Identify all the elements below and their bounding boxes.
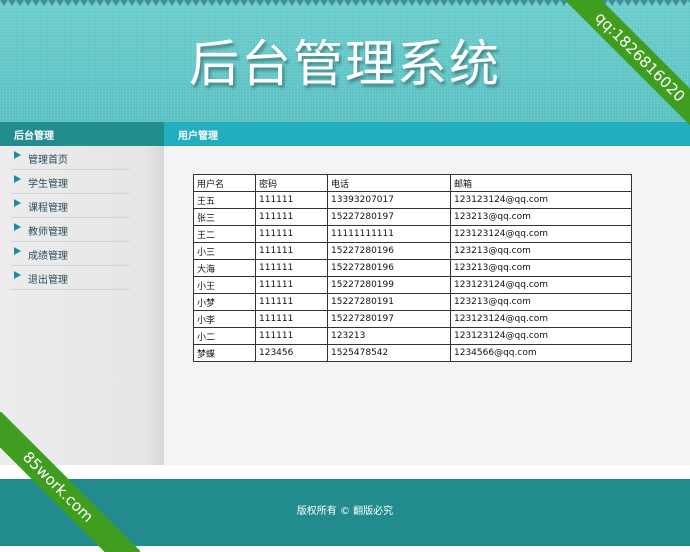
cell-password: 111111 [255, 242, 328, 260]
cell-username: 大海 [193, 259, 256, 277]
column-header-email: 邮箱 [450, 174, 632, 192]
cell-password: 111111 [255, 191, 328, 209]
cell-username: 小二 [193, 327, 256, 345]
corner-ribbon-bottom-left: 85work.com [0, 412, 140, 552]
table-row: 张三 111111 15227280197 123213@qq.com [193, 208, 632, 226]
cell-password: 123456 [255, 344, 328, 362]
corner-ribbon-top-right: qq:1826816020 [550, 0, 690, 140]
arrow-right-icon [14, 199, 21, 207]
title-bar-left: 后台管理 [0, 122, 164, 146]
cell-password: 111111 [255, 276, 328, 294]
table-row: 王五 111111 13393207017 123123124@qq.com [193, 191, 632, 209]
table-header-row: 用户名 密码 电话 邮箱 [193, 174, 632, 192]
cell-username: 梦蝶 [193, 344, 256, 362]
sidebar-item-teachers[interactable]: 教师管理 [10, 218, 130, 242]
sidebar-item-label: 成绩管理 [28, 251, 68, 262]
cell-username: 小梦 [193, 293, 256, 311]
cell-email: 123123124@qq.com [450, 276, 632, 294]
cell-phone: 1525478542 [327, 344, 451, 362]
arrow-right-icon [14, 151, 21, 159]
sidebar-heading: 后台管理 [14, 131, 54, 142]
cell-username: 小王 [193, 276, 256, 294]
cell-email: 123213@qq.com [450, 208, 632, 226]
sidebar-item-students[interactable]: 学生管理 [10, 170, 130, 194]
cell-phone: 15227280196 [327, 259, 451, 277]
cell-phone: 15227280196 [327, 242, 451, 260]
main-content: 用户名 密码 电话 邮箱 王五 111111 13393207017 12312… [164, 146, 690, 465]
cell-email: 1234566@qq.com [450, 344, 632, 362]
cell-email: 123213@qq.com [450, 259, 632, 277]
cell-username: 张三 [193, 208, 256, 226]
cell-email: 123123124@qq.com [450, 225, 632, 243]
sidebar-item-label: 学生管理 [28, 179, 68, 190]
cell-email: 123213@qq.com [450, 242, 632, 260]
arrow-right-icon [14, 271, 21, 279]
sidebar-item-label: 课程管理 [28, 203, 68, 214]
column-header-username: 用户名 [193, 174, 256, 192]
cell-password: 111111 [255, 225, 328, 243]
cell-password: 111111 [255, 310, 328, 328]
cell-password: 111111 [255, 208, 328, 226]
column-header-phone: 电话 [327, 174, 451, 192]
cell-password: 111111 [255, 259, 328, 277]
cell-password: 111111 [255, 327, 328, 345]
cell-phone: 15227280197 [327, 310, 451, 328]
cell-phone: 15227280197 [327, 208, 451, 226]
cell-username: 王二 [193, 225, 256, 243]
sidebar-item-courses[interactable]: 课程管理 [10, 194, 130, 218]
sidebar-item-home[interactable]: 管理首页 [10, 146, 130, 170]
table-row: 小梦 111111 15227280191 123213@qq.com [193, 293, 632, 311]
cell-username: 小李 [193, 310, 256, 328]
table-row: 梦蝶 123456 1525478542 1234566@qq.com [193, 344, 632, 362]
table-row: 大海 111111 15227280196 123213@qq.com [193, 259, 632, 277]
cell-email: 123123124@qq.com [450, 327, 632, 345]
cell-phone: 13393207017 [327, 191, 451, 209]
site-ribbon-label: 85work.com [0, 412, 140, 552]
cell-email: 123123124@qq.com [450, 310, 632, 328]
cell-username: 王五 [193, 191, 256, 209]
table-row: 小王 111111 15227280199 123123124@qq.com [193, 276, 632, 294]
cell-phone: 15227280199 [327, 276, 451, 294]
table-row: 小二 111111 123213 123123124@qq.com [193, 327, 632, 345]
arrow-right-icon [14, 175, 21, 183]
cell-phone: 15227280191 [327, 293, 451, 311]
table-row: 王二 111111 11111111111 123123124@qq.com [193, 225, 632, 243]
column-header-password: 密码 [255, 174, 328, 192]
cell-email: 123123124@qq.com [450, 191, 632, 209]
cell-username: 小三 [193, 242, 256, 260]
sidebar-item-logout[interactable]: 退出管理 [10, 266, 130, 290]
page-heading: 用户管理 [178, 131, 218, 142]
table-row: 小三 111111 15227280196 123213@qq.com [193, 242, 632, 260]
table-row: 小李 111111 15227280197 123123124@qq.com [193, 310, 632, 328]
qq-ribbon-label: qq:1826816020 [553, 0, 690, 140]
arrow-right-icon [14, 223, 21, 231]
cell-email: 123213@qq.com [450, 293, 632, 311]
sidebar-item-grades[interactable]: 成绩管理 [10, 242, 130, 266]
users-table: 用户名 密码 电话 邮箱 王五 111111 13393207017 12312… [193, 174, 632, 362]
cell-password: 111111 [255, 293, 328, 311]
sidebar-item-label: 退出管理 [28, 275, 68, 286]
sidebar-item-label: 教师管理 [28, 227, 68, 238]
sidebar-item-label: 管理首页 [28, 155, 68, 166]
cell-phone: 11111111111 [327, 225, 451, 243]
arrow-right-icon [14, 247, 21, 255]
cell-phone: 123213 [327, 327, 451, 345]
